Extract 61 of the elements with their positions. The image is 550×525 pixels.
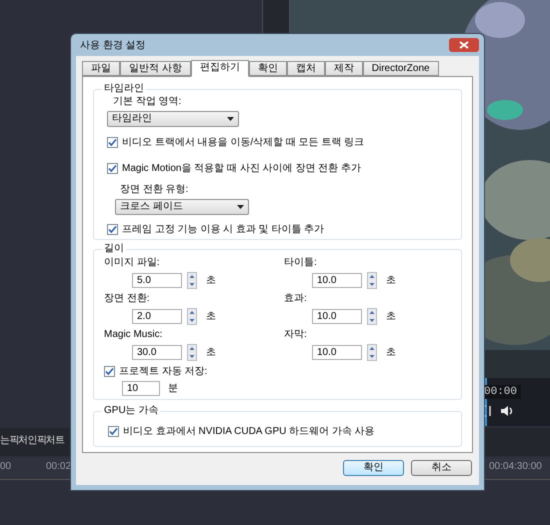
ruler-label: 00 <box>0 461 12 473</box>
group-legend: 타임라인 <box>102 83 146 95</box>
field-label: Magic Music: <box>104 329 164 341</box>
unit-label: 초 <box>386 346 396 358</box>
spin-buttons[interactable] <box>187 272 197 289</box>
tab[interactable]: 편집하기 <box>190 60 249 77</box>
checkbox[interactable] <box>107 224 118 235</box>
dropdown[interactable]: 타임라인 <box>107 111 239 127</box>
tab[interactable]: 캡처 <box>286 61 325 76</box>
checkbox-label: 프레임 고정 기능 이용 시 효과 및 타이틀 추가 <box>122 223 324 236</box>
clip-title: 는 픽처 인 픽처 트 <box>0 434 64 448</box>
close-icon[interactable] <box>449 38 479 52</box>
tab[interactable]: 확인 <box>248 61 287 76</box>
number-field[interactable]: 10.0 <box>312 345 362 360</box>
tab[interactable]: 제작 <box>324 61 363 76</box>
unit-label: 초 <box>386 274 396 286</box>
ruler-label: 00:04:30:00 <box>489 461 542 473</box>
number-field[interactable]: 10 <box>122 381 160 396</box>
spin-buttons[interactable] <box>367 308 377 325</box>
checkbox-label: 비디오 효과에서 NVIDIA CUDA GPU 하드웨어 가속 사용 <box>123 425 375 438</box>
field-label: 타이틀: <box>284 257 318 269</box>
field-label: 이미지 파일: <box>104 257 161 269</box>
field-label: 자막: <box>284 329 308 341</box>
caret-icon <box>227 117 234 121</box>
dialog-button[interactable]: 확인 <box>343 460 404 476</box>
unit-label: 초 <box>206 274 216 286</box>
checkbox[interactable] <box>107 163 118 174</box>
ruler-label: 00:02 <box>46 461 72 473</box>
number-field[interactable]: 2.0 <box>132 309 182 324</box>
checkbox-label: 비디오 트랙에서 내용을 이동/삭제할 때 모든 트랙 링크 <box>122 136 364 149</box>
spin-buttons[interactable] <box>367 344 377 361</box>
number-field[interactable]: 10.0 <box>312 309 362 324</box>
tab[interactable]: 일반적 사항 <box>120 61 191 76</box>
unit-label: 초 <box>206 310 216 322</box>
number-field[interactable]: 30.0 <box>132 345 182 360</box>
group-legend: GPU는 가속 <box>102 405 160 417</box>
field-label: 효과: <box>284 293 308 305</box>
tab[interactable]: DirectorZone <box>362 61 439 76</box>
window-title: 사용 환경 설정 <box>79 38 146 52</box>
field-label: 장면 전환 유형: <box>120 184 190 196</box>
number-field[interactable]: 5.0 <box>132 273 182 288</box>
spin-buttons[interactable] <box>367 272 377 289</box>
caret-icon <box>237 205 244 209</box>
unit-label: 초 <box>386 310 396 322</box>
field-label: 기본 작업 영역: <box>113 96 182 108</box>
spin-buttons[interactable] <box>187 308 197 325</box>
unit-label: 초 <box>206 346 216 358</box>
number-field[interactable]: 10.0 <box>312 273 362 288</box>
checkbox-label: Magic Motion을 적용할 때 사진 사이에 장면 전환 추가 <box>122 162 361 175</box>
speaker-icon[interactable] <box>500 405 514 417</box>
checkbox-label: 프로젝트 자동 저장: <box>119 365 208 378</box>
group-legend: 길이 <box>102 243 126 255</box>
tab[interactable]: 파일 <box>82 61 120 76</box>
checkbox[interactable] <box>108 426 119 437</box>
spin-buttons[interactable] <box>187 344 197 361</box>
field-label: 장면 전환: <box>104 293 151 305</box>
unit-label: 분 <box>168 382 178 394</box>
checkbox[interactable] <box>104 366 115 377</box>
checkbox[interactable] <box>107 137 118 148</box>
dropdown[interactable]: 크로스 페이드 <box>115 199 249 215</box>
dialog-button[interactable]: 취소 <box>411 460 472 476</box>
